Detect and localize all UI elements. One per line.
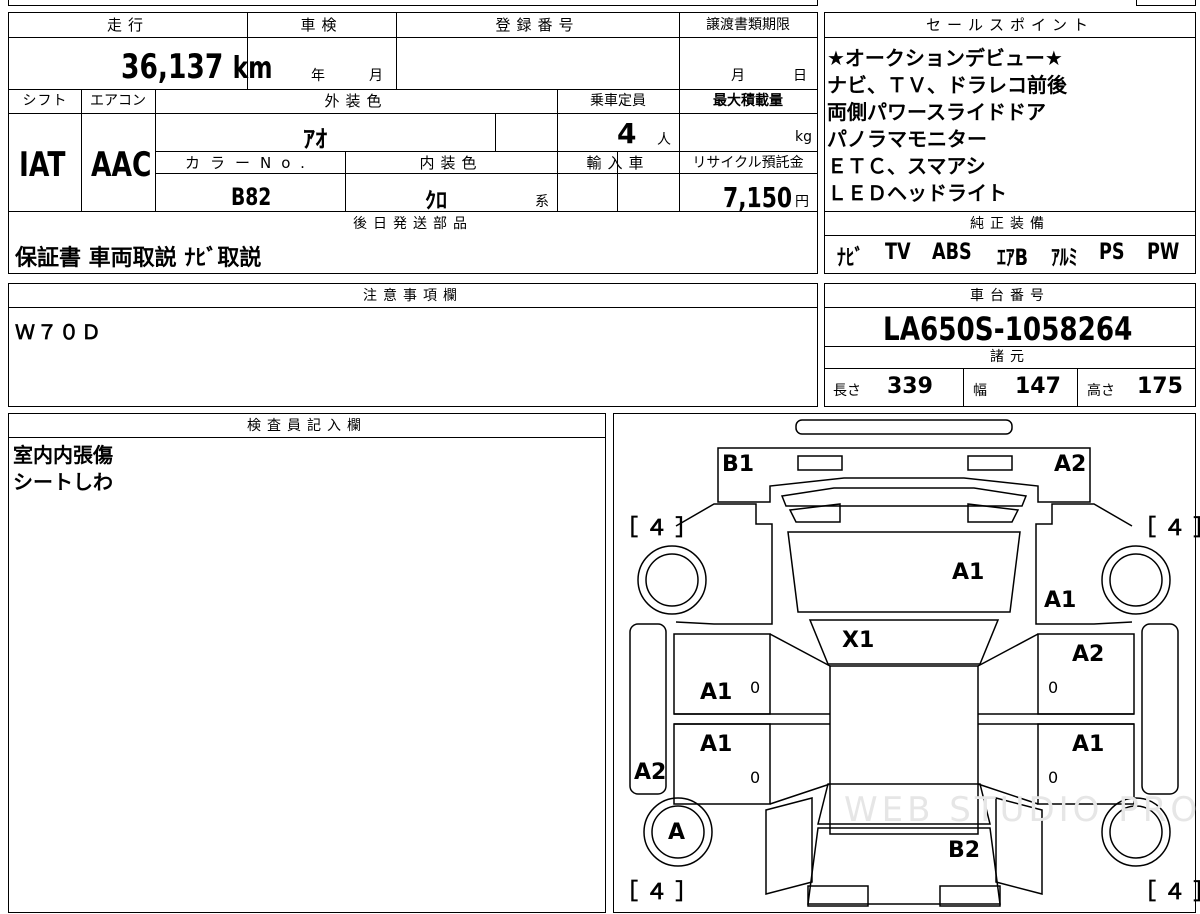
spec-width-value: 147 (1015, 374, 1061, 399)
recycle-fee-unit: 円 (795, 194, 809, 210)
door-zero: 0 (750, 768, 761, 787)
inspector-label: 検査員記入欄 (247, 418, 367, 434)
inspection-label: 車検 (300, 16, 343, 34)
inspector-note-line: 室内内張傷 (13, 443, 113, 467)
color-no-label: カラーNo. (185, 154, 315, 172)
spec-width-label: 幅 (973, 383, 987, 399)
mark-left-rear-wheel: A (668, 820, 686, 845)
transfer-deadline-label: 譲渡書類期限 (706, 17, 790, 33)
aircon-value: AAC (91, 145, 152, 185)
top-strip-right (1136, 0, 1196, 6)
inspection-year: 年 (311, 68, 325, 84)
exterior-color-value: ｱｵ (303, 125, 327, 153)
color-no-value: B82 (231, 183, 272, 211)
inspector-notes: 室内内張傷 シートしわ (13, 442, 113, 496)
vehicle-info-table: 走行 車検 登録番号 譲渡書類期限 36,137 km 年 月 月 日 シフト … (8, 12, 818, 238)
max-load-label: 最大積載量 (713, 93, 783, 109)
notes-label: 注意事項欄 (363, 288, 463, 304)
top-strip (8, 0, 818, 6)
shift-value: IAT (19, 145, 66, 185)
mileage-label: 走行 (106, 16, 149, 34)
mark-right-front-door: A2 (1072, 642, 1105, 667)
sales-points-list: ★オークションデビュー★ ナビ、ＴＶ、ドラレコ前後 両側パワースライドドア パノ… (827, 45, 1067, 207)
inspector-box: 検査員記入欄 室内内張傷 シートしわ (8, 413, 606, 913)
chassis-box: 車台番号 LA650S-1058264 諸元 長さ 339 幅 147 高さ 1… (824, 283, 1196, 407)
door-zero: 0 (1048, 768, 1059, 787)
sales-point-line: ナビ、ＴＶ、ドラレコ前後 (827, 73, 1067, 97)
import-label: 輸入車 (586, 154, 650, 172)
spec-length-value: 339 (887, 374, 933, 399)
mark-front-right: A2 (1054, 452, 1087, 477)
car-outline (629, 419, 1179, 907)
sales-point-line: 両側パワースライドドア (827, 100, 1046, 124)
tire-front-left: ［ ４ ］ (616, 516, 698, 541)
equipment-item: ABS (932, 240, 973, 265)
exterior-color-label: 外装色 (324, 92, 388, 110)
door-zero: 0 (750, 678, 761, 697)
aircon-label: エアコン (90, 93, 146, 109)
genuine-equipment-label: 純正装備 (970, 216, 1050, 232)
spec-height-value: 175 (1137, 374, 1183, 399)
mark-front-left: B1 (722, 452, 755, 477)
chassis-value: LA650S-1058264 (883, 310, 1133, 348)
capacity-value: 4 (617, 117, 637, 150)
notes-box: 注意事項欄 Ｗ７０Ｄ (8, 283, 818, 407)
spec-length-label: 長さ (833, 383, 861, 399)
mark-left-rear-door: A1 (700, 732, 733, 757)
max-load-unit: kg (795, 129, 812, 145)
equipment-item: ｴｱB (997, 246, 1029, 271)
deadline-month: 月 (731, 68, 745, 84)
registration-label: 登録番号 (495, 16, 580, 34)
chassis-label: 車台番号 (970, 288, 1050, 304)
notes-value: Ｗ７０Ｄ (15, 320, 103, 344)
specs-label: 諸元 (990, 349, 1030, 365)
later-parts-label: 後日発送部品 (353, 216, 473, 232)
tire-rear-right: ［ ４ ］ (1134, 880, 1200, 905)
equipment-item: TV (885, 240, 911, 265)
recycle-fee-label: リサイクル預託金 (692, 155, 804, 171)
capacity-label: 乗車定員 (590, 93, 646, 109)
sales-point-line: ＬＥＤヘッドライト (827, 181, 1007, 205)
spec-height-label: 高さ (1087, 383, 1115, 399)
genuine-equipment-box: 純正装備 ﾅﾋﾞ TV ABS ｴｱB ｱﾙﾐ PS PW (824, 212, 1196, 274)
interior-color-value: ｸﾛ (425, 189, 448, 214)
watermark: WEB STUDIO PRO (844, 790, 1200, 830)
tire-rear-left: ［ ４ ］ (616, 880, 698, 905)
mark-windshield: X1 (842, 628, 875, 653)
recycle-fee-value: 7,150 (723, 181, 793, 214)
mileage-value: 36,137 km (121, 47, 273, 87)
sales-points-label: セールスポイント (925, 16, 1094, 34)
mark-right-rear-door: A1 (1072, 732, 1105, 757)
sales-point-line: パノラマモニター (827, 127, 987, 151)
equipment-item: ｱﾙﾐ (1051, 246, 1078, 271)
equipment-item: PS (1099, 240, 1126, 265)
door-zero: 0 (1048, 678, 1059, 697)
equipment-item: PW (1146, 240, 1179, 265)
shift-label: シフト (22, 93, 68, 109)
inspection-month: 月 (369, 68, 383, 84)
later-parts-box: 保証書 車両取説 ﾅﾋﾞ取説 (8, 236, 818, 274)
inspector-note-line: シートしわ (13, 470, 113, 494)
interior-color-unit: 系 (535, 194, 549, 210)
tire-front-right: ［ ４ ］ (1134, 516, 1200, 541)
mark-right-fender: A1 (1044, 588, 1077, 613)
genuine-equipment-items: ﾅﾋﾞ TV ABS ｴｱB ｱﾙﾐ PS PW (837, 240, 1187, 272)
equipment-item: ﾅﾋﾞ (837, 246, 864, 271)
later-parts-value: 保証書 車両取説 ﾅﾋﾞ取説 (15, 246, 262, 271)
capacity-unit: 人 (657, 132, 671, 148)
mark-roof-rear: B2 (948, 838, 981, 863)
deadline-day: 日 (793, 68, 807, 84)
sales-point-line: ★オークションデビュー★ (827, 46, 1063, 70)
sales-point-line: ＥＴＣ、スマアシ (827, 154, 986, 178)
interior-color-label: 内装色 (419, 154, 483, 172)
damage-diagram: WEB STUDIO PRO ［ ４ ］ ［ ４ ］ ［ ４ ］ ［ ４ ］ B… (613, 413, 1200, 913)
sales-points-box: セールスポイント ★オークションデビュー★ ナビ、ＴＶ、ドラレコ前後 両側パワー… (824, 12, 1196, 212)
mark-left-front-door: A1 (700, 680, 733, 705)
mark-left-rear-quarter: A2 (634, 760, 667, 785)
mark-hood: A1 (952, 560, 985, 585)
